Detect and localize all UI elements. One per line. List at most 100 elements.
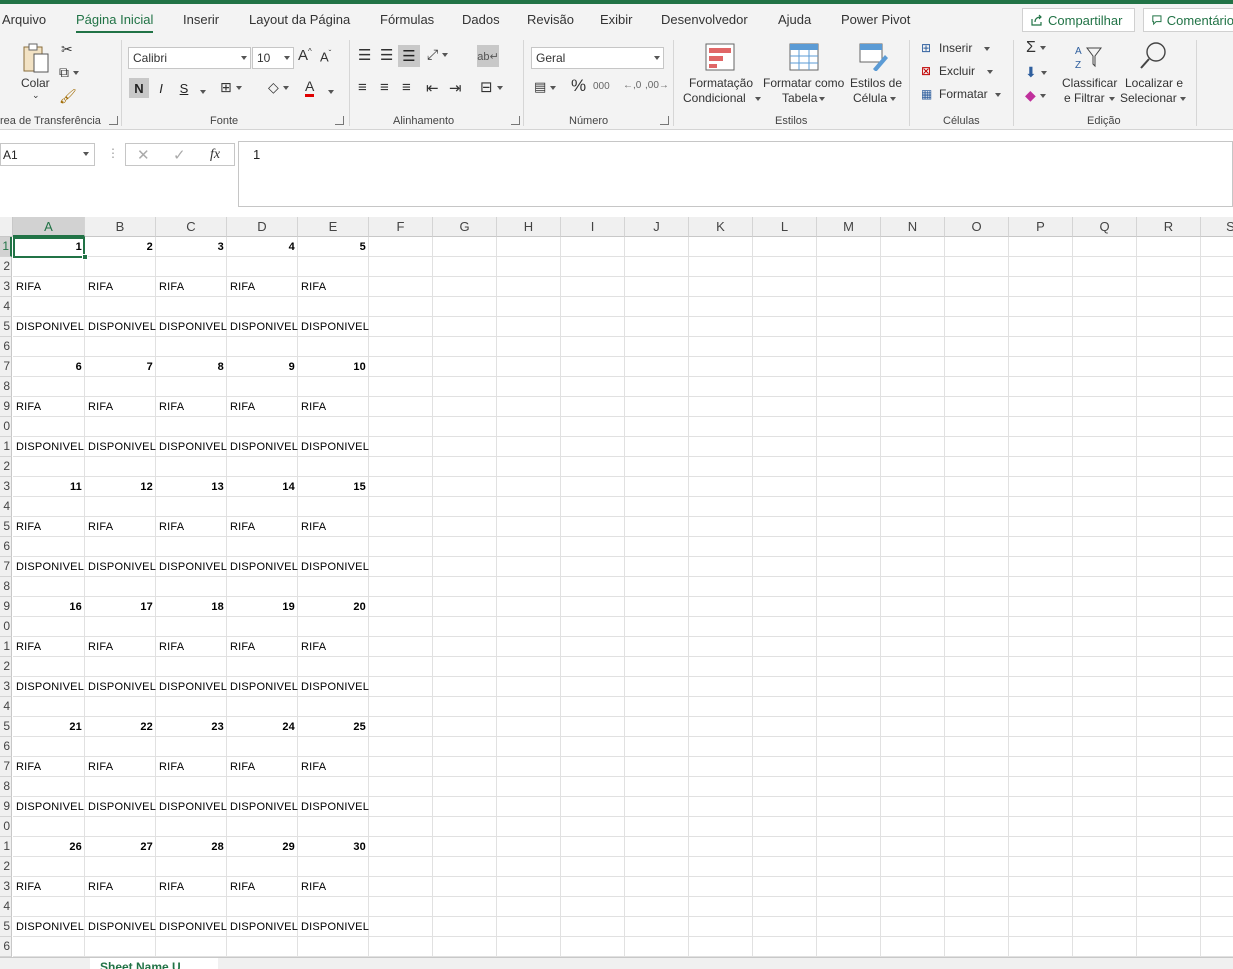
enter-icon[interactable]: ✓: [173, 146, 186, 164]
select-all-button[interactable]: [0, 217, 13, 237]
number-format-select[interactable]: Geral: [531, 47, 664, 69]
formula-input[interactable]: 1: [238, 141, 1233, 207]
column-header-i[interactable]: I: [561, 217, 625, 237]
cell[interactable]: RIFA: [13, 277, 85, 297]
row-header[interactable]: 3: [0, 877, 12, 897]
find-select-icon[interactable]: [1136, 40, 1170, 72]
decrease-decimal-icon[interactable]: ,00→: [645, 80, 669, 91]
increase-decimal-icon[interactable]: ←,0: [623, 80, 641, 91]
row-header[interactable]: 5: [0, 517, 12, 537]
percent-style-icon[interactable]: %: [571, 76, 586, 96]
tab-exibir[interactable]: Exibir: [600, 12, 633, 27]
align-top-icon[interactable]: ☰: [358, 46, 371, 64]
delete-cells-button[interactable]: Excluir: [939, 64, 975, 78]
accounting-format-icon[interactable]: ▤: [534, 79, 557, 95]
cell[interactable]: DISPONIVEL: [156, 557, 227, 577]
column-header-a[interactable]: A: [13, 217, 85, 237]
cell-styles-label-1[interactable]: Estilos de: [850, 76, 902, 90]
tab-desenvolvedor[interactable]: Desenvolvedor: [661, 12, 748, 27]
row-header[interactable]: 7: [0, 757, 12, 777]
column-header-r[interactable]: R: [1137, 217, 1201, 237]
column-header-q[interactable]: Q: [1073, 217, 1137, 237]
cell[interactable]: 18: [156, 597, 227, 617]
cell[interactable]: RIFA: [85, 637, 156, 657]
find-select-label-1[interactable]: Localizar e: [1125, 76, 1183, 90]
column-header-k[interactable]: K: [689, 217, 753, 237]
cell[interactable]: 23: [156, 717, 227, 737]
merge-center-icon[interactable]: ⊟: [480, 78, 503, 96]
cell[interactable]: RIFA: [13, 637, 85, 657]
cell[interactable]: RIFA: [156, 517, 227, 537]
tab-power-pivot[interactable]: Power Pivot: [841, 12, 910, 27]
column-header-b[interactable]: B: [85, 217, 156, 237]
row-header[interactable]: 3: [0, 677, 12, 697]
row-header[interactable]: 4: [0, 897, 12, 917]
column-header-o[interactable]: O: [945, 217, 1009, 237]
tab-layout[interactable]: Layout da Página: [249, 12, 350, 27]
format-painter-icon[interactable]: 🖌: [59, 88, 77, 105]
column-header-m[interactable]: M: [817, 217, 881, 237]
cell[interactable]: RIFA: [227, 517, 298, 537]
cell[interactable]: RIFA: [298, 277, 369, 297]
cell[interactable]: 6: [13, 357, 85, 377]
cell[interactable]: RIFA: [13, 757, 85, 777]
row-header[interactable]: 7: [0, 357, 12, 377]
cell[interactable]: 15: [298, 477, 369, 497]
cell[interactable]: DISPONIVEL: [298, 557, 369, 577]
row-header[interactable]: 2: [0, 857, 12, 877]
cell[interactable]: DISPONIVEL: [85, 677, 156, 697]
cell[interactable]: DISPONIVEL: [298, 437, 369, 457]
row-header[interactable]: 3: [0, 277, 12, 297]
cell[interactable]: RIFA: [298, 757, 369, 777]
cell[interactable]: RIFA: [227, 877, 298, 897]
cell[interactable]: DISPONIVEL: [298, 317, 369, 337]
cell[interactable]: RIFA: [13, 397, 85, 417]
fill-handle[interactable]: [82, 254, 88, 260]
paste-label[interactable]: Colar: [21, 76, 50, 90]
row-header[interactable]: 7: [0, 557, 12, 577]
font-color-icon[interactable]: A: [305, 78, 315, 97]
borders-icon[interactable]: ⊞: [220, 79, 242, 96]
column-header-e[interactable]: E: [298, 217, 369, 237]
chevron-down-icon[interactable]: [324, 84, 334, 98]
cell[interactable]: DISPONIVEL: [227, 917, 298, 937]
cell[interactable]: DISPONIVEL: [156, 797, 227, 817]
align-middle-icon[interactable]: ☰: [380, 46, 393, 64]
column-header-f[interactable]: F: [369, 217, 433, 237]
row-header[interactable]: 0: [0, 417, 12, 437]
format-as-table-icon[interactable]: [788, 42, 820, 72]
cell[interactable]: 26: [13, 837, 85, 857]
spreadsheet-grid[interactable]: A B C D E F G H I J K L M N O P Q R S 1 1 2 3 4 5 2 3 RIFA RIFA RIFA R…: [0, 217, 1233, 957]
clipboard-launcher-icon[interactable]: [109, 116, 118, 125]
row-header[interactable]: 9: [0, 597, 12, 617]
cell[interactable]: DISPONIVEL: [85, 437, 156, 457]
tab-revisao[interactable]: Revisão: [527, 12, 574, 27]
chevron-down-icon[interactable]: [751, 91, 761, 105]
row-header[interactable]: 4: [0, 497, 12, 517]
clear-icon[interactable]: ◆: [1025, 87, 1046, 104]
alignment-launcher-icon[interactable]: [511, 116, 520, 125]
cell[interactable]: RIFA: [85, 757, 156, 777]
fill-color-icon[interactable]: ◇: [268, 79, 289, 96]
cell-styles-icon[interactable]: [858, 42, 890, 72]
delete-cells-icon[interactable]: ⊠: [921, 64, 931, 78]
cell[interactable]: DISPONIVEL: [13, 917, 85, 937]
cell[interactable]: 11: [13, 477, 85, 497]
cell[interactable]: 4: [227, 237, 298, 257]
cell[interactable]: 14: [227, 477, 298, 497]
cell[interactable]: RIFA: [85, 877, 156, 897]
cond-format-label-2[interactable]: Condicional: [683, 91, 746, 105]
insert-cells-icon[interactable]: ⊞: [921, 41, 931, 55]
find-select-label-2[interactable]: Selecionar: [1120, 91, 1177, 105]
cell[interactable]: RIFA: [298, 397, 369, 417]
cond-format-label-1[interactable]: Formatação: [689, 76, 753, 90]
share-button[interactable]: Compartilhar: [1022, 8, 1135, 32]
cell[interactable]: DISPONIVEL: [298, 677, 369, 697]
cell[interactable]: DISPONIVEL: [13, 677, 85, 697]
row-header[interactable]: 2: [0, 457, 12, 477]
cell[interactable]: RIFA: [227, 757, 298, 777]
cell[interactable]: RIFA: [298, 877, 369, 897]
cancel-icon[interactable]: ✕: [137, 146, 150, 164]
cell[interactable]: DISPONIVEL: [156, 317, 227, 337]
cell[interactable]: 10: [298, 357, 369, 377]
